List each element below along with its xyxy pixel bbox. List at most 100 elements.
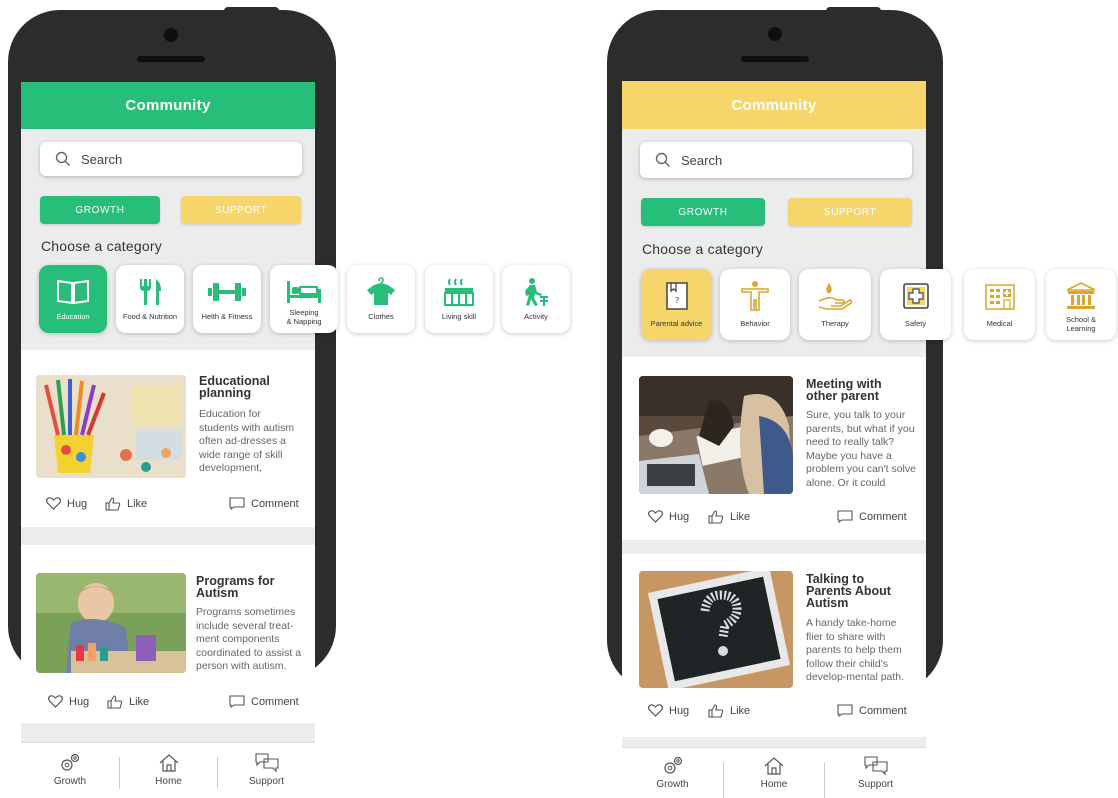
home-icon: [764, 757, 784, 775]
nav-home[interactable]: Home: [120, 743, 217, 797]
thumbs-up-icon: [708, 510, 724, 524]
category-label: Living skill: [441, 312, 477, 321]
comment-button[interactable]: Comment: [837, 704, 907, 717]
hug-button[interactable]: Hug: [648, 704, 689, 717]
hug-label: Hug: [669, 510, 690, 523]
post-card: Talking to Parents About Autism A handy ta…: [622, 554, 926, 737]
category-medical[interactable]: Medical: [964, 269, 1035, 340]
first-aid-icon: [902, 283, 929, 309]
book-icon: [57, 279, 89, 305]
thumbs-up-icon: [105, 497, 121, 511]
like-button[interactable]: Like: [708, 510, 750, 524]
category-label: Helth & Fitness: [201, 312, 253, 321]
hug-label: Hug: [669, 704, 690, 717]
post-excerpt: Education for students with autism often…: [199, 408, 296, 476]
category-safety[interactable]: Safety: [880, 269, 951, 340]
svg-text:?: ?: [675, 296, 679, 305]
category-label: Clothes: [368, 312, 394, 321]
bottom-nav: Growth Home Support: [21, 742, 315, 797]
post-title: Educational planning: [199, 374, 270, 400]
growth-tab-button[interactable]: GROWTH: [641, 198, 765, 226]
post-title: Programs for Autism: [196, 574, 275, 600]
bed-icon: [287, 281, 321, 303]
category-behavior[interactable]: Behavior: [720, 269, 790, 340]
category-living-skill[interactable]: Living skill: [425, 265, 493, 333]
category-label: Education: [56, 312, 90, 321]
comment-icon: [229, 497, 245, 510]
search-placeholder: Search: [81, 151, 123, 167]
post-card: Meeting with other parent Sure, you talk …: [622, 357, 926, 540]
nav-home-label: Home: [155, 776, 182, 787]
nav-growth-label: Growth: [53, 776, 87, 787]
comment-icon: [229, 695, 245, 708]
category-label: Sleeping & Napping: [286, 308, 322, 326]
heart-icon: [648, 510, 663, 523]
nav-support[interactable]: Support: [218, 743, 315, 797]
shirt-hanger-icon: [367, 277, 395, 305]
like-label: Like: [129, 696, 150, 708]
comment-button[interactable]: Comment: [229, 695, 299, 708]
like-label: Like: [730, 511, 751, 523]
screen-left: Community Search GROWTH SUPPORT Choose a…: [21, 82, 570, 797]
nav-home[interactable]: Home: [724, 748, 824, 798]
hug-label: Hug: [69, 695, 90, 708]
comment-button[interactable]: Comment: [229, 497, 299, 510]
category-heading: Choose a category: [642, 241, 763, 257]
category-school-learning[interactable]: School & Learning: [1046, 269, 1116, 340]
comment-button[interactable]: Comment: [837, 510, 907, 523]
like-button[interactable]: Like: [708, 704, 750, 718]
question-mark-chalkboard-photo: [639, 571, 793, 688]
gears-icon: [663, 756, 682, 774]
category-sleeping-napping[interactable]: Sleeping & Napping: [270, 265, 338, 333]
home-icon: [159, 754, 178, 772]
nav-home-label: Home: [760, 779, 788, 790]
phone-side-button-left: [224, 7, 279, 14]
post-excerpt: A handy take-home flier to share with pa…: [806, 617, 905, 685]
hand-drop-icon: [818, 283, 853, 310]
category-education[interactable]: Education: [39, 265, 107, 333]
search-input[interactable]: Search: [40, 142, 302, 176]
category-food-nutrition[interactable]: Food & Nutrition: [116, 265, 184, 333]
comment-label: Comment: [251, 695, 299, 708]
support-tab-button[interactable]: SUPPORT: [788, 198, 912, 226]
category-therapy[interactable]: Therapy: [799, 269, 871, 340]
hug-button[interactable]: Hug: [648, 510, 689, 523]
phone-speaker-right: [741, 56, 809, 62]
fork-knife-icon: [140, 279, 161, 305]
header-bar: Community: [622, 81, 926, 129]
hospital-icon: [984, 284, 1015, 310]
like-button[interactable]: Like: [105, 497, 147, 511]
support-tab-label: SUPPORT: [823, 206, 877, 218]
school-icon: [1066, 282, 1096, 309]
search-input[interactable]: Search: [640, 142, 912, 178]
comment-icon: [837, 704, 853, 717]
heart-icon: [48, 695, 63, 708]
nav-support-label: Support: [857, 779, 894, 790]
post-card: Programs for Autism Programs sometimes in…: [21, 545, 315, 723]
growth-tab-button[interactable]: GROWTH: [40, 196, 160, 224]
category-label: Activity: [524, 312, 548, 321]
category-clothes[interactable]: Clothes: [347, 265, 415, 333]
category-health-fitness[interactable]: Helth & Fitness: [193, 265, 261, 333]
hug-button[interactable]: Hug: [48, 695, 89, 708]
nav-support[interactable]: Support: [825, 748, 926, 798]
comment-label: Comment: [251, 497, 299, 510]
laptop-desk-photo: [639, 376, 793, 494]
header-title: Community: [125, 97, 211, 114]
category-activity[interactable]: Activity: [502, 265, 570, 333]
nav-support-label: Support: [248, 776, 285, 787]
walker-icon: [525, 278, 548, 306]
category-parental-advice[interactable]: ? Parental advice: [641, 269, 712, 340]
person-icon: [741, 281, 769, 311]
search-icon: [55, 151, 70, 166]
category-heading: Choose a category: [41, 238, 162, 254]
like-button[interactable]: Like: [107, 695, 149, 709]
hug-button[interactable]: Hug: [46, 497, 87, 510]
support-tab-button[interactable]: SUPPORT: [181, 196, 301, 224]
category-label: Therapy: [821, 319, 849, 328]
phone-camera-right: [768, 27, 782, 41]
nav-growth[interactable]: Growth: [622, 748, 723, 798]
nav-growth[interactable]: Growth: [21, 743, 119, 797]
gears-icon: [61, 753, 80, 771]
phone-side-button-right: [826, 7, 881, 14]
